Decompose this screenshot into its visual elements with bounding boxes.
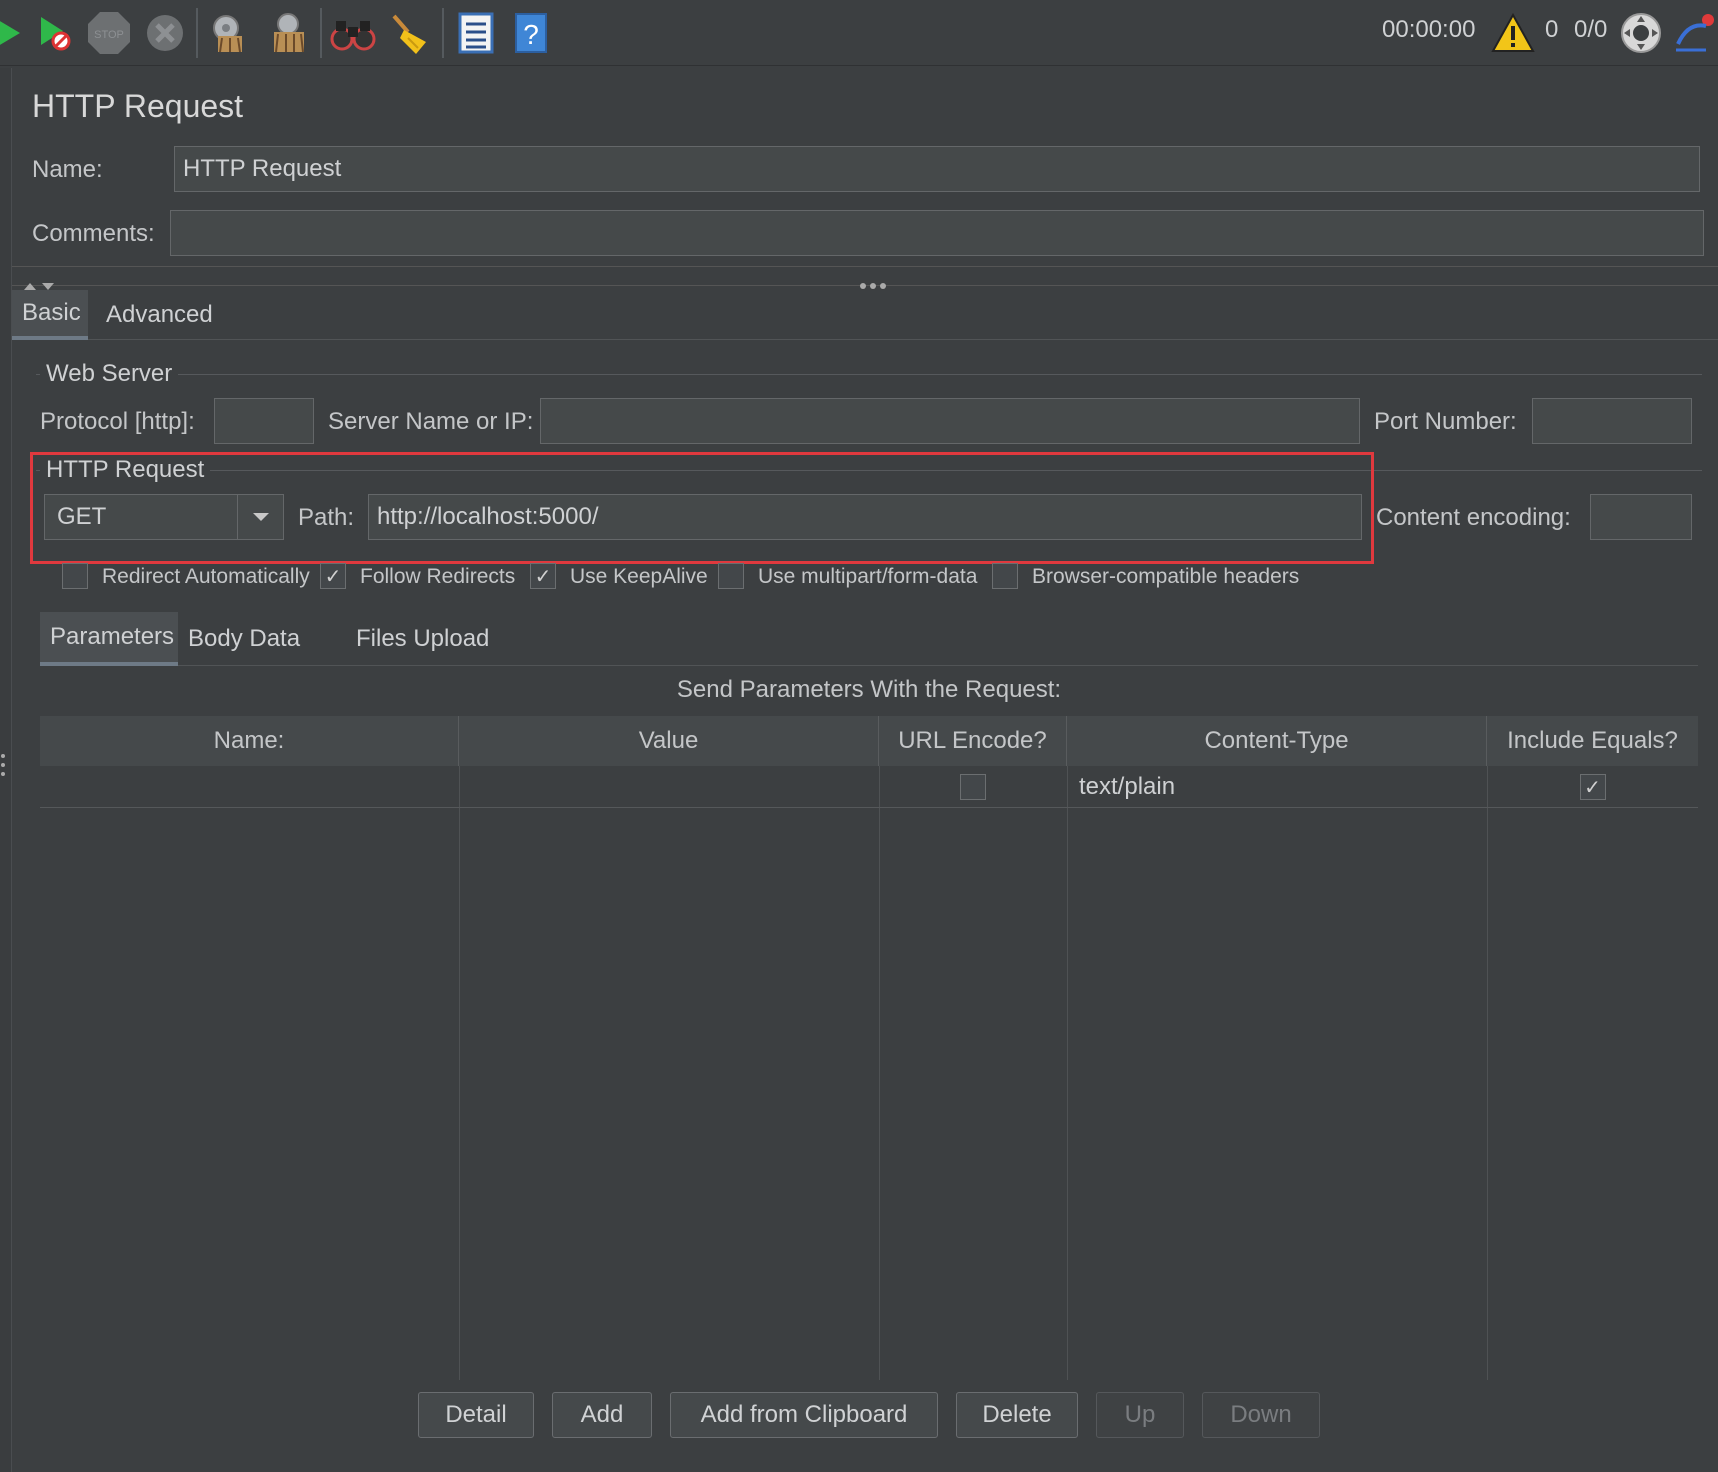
- use-keepalive-label: Use KeepAlive: [570, 565, 708, 588]
- down-button[interactable]: Down: [1202, 1392, 1320, 1438]
- detail-button[interactable]: Detail: [418, 1392, 534, 1438]
- protocol-label: Protocol [http]:: [40, 408, 195, 435]
- use-keepalive-checkbox[interactable]: ✓: [530, 563, 556, 589]
- warning-icon[interactable]: [1490, 10, 1536, 56]
- redirect-automatically-label: Redirect Automatically: [102, 565, 310, 588]
- cell-value[interactable]: [459, 766, 879, 808]
- include-equals-checkbox[interactable]: ✓: [1579, 774, 1606, 800]
- stop-text: STOP: [94, 29, 124, 41]
- function-helper-list-icon[interactable]: [452, 10, 498, 56]
- main-tabbar: Basic Advanced: [12, 290, 1718, 340]
- remote-status-icon[interactable]: [1618, 10, 1664, 56]
- column-header-include-equals[interactable]: Include Equals?: [1487, 716, 1698, 766]
- search-binoculars-icon[interactable]: [330, 10, 376, 56]
- browser-compatible-headers-checkbox[interactable]: [992, 563, 1018, 589]
- content-encoding-field[interactable]: [1590, 494, 1692, 540]
- cell-url-encode: [879, 766, 1067, 808]
- web-server-group-title: Web Server: [40, 360, 179, 388]
- start-icon[interactable]: [0, 10, 32, 56]
- warning-count: 0: [1545, 16, 1559, 43]
- column-divider: [459, 766, 460, 1380]
- up-button[interactable]: Up: [1096, 1392, 1184, 1438]
- redirect-automatically-checkbox[interactable]: [62, 563, 88, 589]
- table-row[interactable]: text/plain ✓: [40, 766, 1698, 808]
- toolbar-separator: [320, 8, 322, 58]
- toolbar: STOP ? 00:00:00 0 0/0: [0, 0, 1718, 66]
- add-from-clipboard-button[interactable]: Add from Clipboard: [670, 1392, 938, 1438]
- column-header-value[interactable]: Value: [459, 716, 879, 766]
- delete-button[interactable]: Delete: [956, 1392, 1078, 1438]
- log-viewer-icon[interactable]: [1670, 10, 1716, 56]
- table-caption: Send Parameters With the Request:: [676, 676, 1062, 703]
- stop-icon[interactable]: STOP: [86, 10, 132, 56]
- server-name-label: Server Name or IP:: [328, 408, 534, 435]
- name-field[interactable]: HTTP Request: [174, 146, 1700, 192]
- tab-basic[interactable]: Basic: [12, 290, 88, 340]
- column-divider: [879, 766, 880, 1380]
- reset-search-broom-icon[interactable]: [386, 10, 432, 56]
- help-icon[interactable]: ?: [508, 10, 554, 56]
- cell-name[interactable]: [40, 766, 459, 808]
- highlight-box: [30, 452, 1374, 564]
- url-encode-checkbox[interactable]: [960, 774, 986, 800]
- toolbar-separator: [196, 8, 198, 58]
- column-header-name[interactable]: Name:: [40, 716, 459, 766]
- parameters-tabbar: Parameters Body Data Files Upload: [40, 612, 1698, 666]
- tab-advanced[interactable]: Advanced: [96, 290, 223, 340]
- clear-icon[interactable]: [206, 10, 252, 56]
- start-no-pauses-icon[interactable]: [30, 10, 76, 56]
- tab-body-data[interactable]: Body Data: [178, 612, 310, 666]
- column-divider: [1487, 766, 1488, 1380]
- use-multipart-label: Use multipart/form-data: [758, 565, 978, 588]
- follow-redirects-label: Follow Redirects: [360, 565, 516, 588]
- comments-field[interactable]: [170, 210, 1704, 256]
- column-divider: [1067, 766, 1068, 1380]
- browser-compatible-headers-label: Browser-compatible headers: [1032, 565, 1300, 588]
- cell-content-type[interactable]: text/plain: [1067, 766, 1487, 808]
- splitter-bar[interactable]: [12, 266, 1718, 290]
- follow-redirects-checkbox[interactable]: ✓: [320, 563, 346, 589]
- use-multipart-checkbox[interactable]: [718, 563, 744, 589]
- elapsed-timer: 00:00:00: [1382, 16, 1476, 43]
- name-label: Name:: [32, 156, 103, 183]
- toolbar-separator: [442, 8, 444, 58]
- protocol-field[interactable]: [214, 398, 314, 444]
- side-drag-handle[interactable]: [0, 752, 6, 778]
- port-number-label: Port Number:: [1374, 408, 1517, 435]
- cell-include-equals: ✓: [1487, 766, 1698, 808]
- panel-title: HTTP Request: [32, 88, 244, 124]
- tab-files-upload[interactable]: Files Upload: [346, 612, 499, 666]
- add-button[interactable]: Add: [552, 1392, 652, 1438]
- web-server-group-border: [36, 374, 1702, 375]
- server-name-field[interactable]: [540, 398, 1360, 444]
- tab-parameters[interactable]: Parameters: [40, 612, 178, 666]
- content-encoding-label: Content encoding:: [1376, 504, 1571, 531]
- thread-count: 0/0: [1574, 16, 1608, 43]
- svg-text:?: ?: [523, 19, 539, 50]
- column-header-url-encode[interactable]: URL Encode?: [879, 716, 1067, 766]
- column-header-content-type[interactable]: Content-Type: [1067, 716, 1487, 766]
- shutdown-icon[interactable]: [142, 10, 188, 56]
- port-number-field[interactable]: [1532, 398, 1692, 444]
- clear-all-icon[interactable]: [264, 10, 310, 56]
- parameters-table: Name: Value URL Encode? Content-Type Inc…: [40, 716, 1698, 1380]
- comments-label: Comments:: [32, 220, 155, 247]
